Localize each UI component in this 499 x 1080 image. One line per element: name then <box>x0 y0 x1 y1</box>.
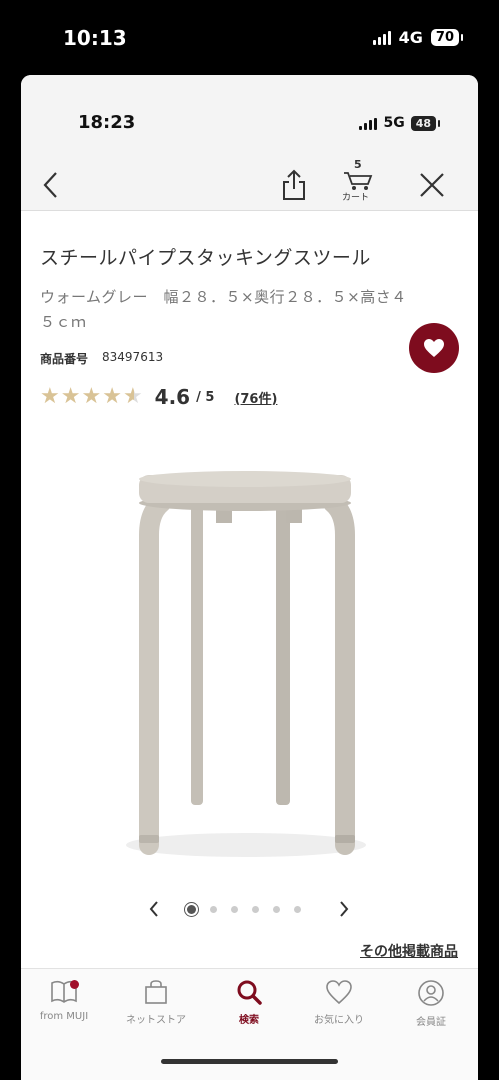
battery-icon: 70 <box>430 29 464 46</box>
heart-icon <box>326 980 352 1005</box>
tab-net-store[interactable]: ネットストア <box>116 979 196 1026</box>
product-code-label: 商品番号 <box>40 352 89 366</box>
tab-label: 会員証 <box>416 1017 446 1028</box>
rating-outof: / 5 <box>196 389 215 405</box>
search-icon <box>237 980 262 1005</box>
share-icon <box>283 169 305 200</box>
pager-dot-active[interactable] <box>187 905 196 914</box>
close-icon <box>420 173 444 197</box>
bag-icon <box>145 980 167 1004</box>
next-image-button[interactable] <box>333 897 355 921</box>
rating-stars: ★ ★ ★ ★ ★ <box>40 386 143 408</box>
signal-icon <box>359 116 378 130</box>
outer-time: 10:13 <box>63 26 127 50</box>
battery-icon: 48 <box>410 115 441 131</box>
signal-icon <box>372 30 391 45</box>
star-icon: ★ <box>60 384 81 409</box>
nav-header: 5 カート <box>21 158 478 211</box>
tab-label: from MUJI <box>39 1011 89 1022</box>
product-subtitle: ウォームグレー 幅２８．５×奥行２８．５×高さ４５ｃｍ <box>40 288 407 331</box>
app-screen: 18:23 5G 48 5 カート スチールパイプスタッキングスツール ウォーム… <box>21 75 478 1080</box>
pager-dot[interactable] <box>273 906 280 913</box>
cart-count: 5 <box>354 158 362 171</box>
inner-network: 5G <box>383 115 405 131</box>
tab-label: ネットストア <box>126 1015 186 1026</box>
tab-label: 検索 <box>239 1015 259 1026</box>
tab-from-muji[interactable]: from MUJI <box>24 979 104 1022</box>
chevron-left-icon <box>43 172 57 198</box>
inner-status-bar: 18:23 5G 48 <box>21 75 478 163</box>
bottom-tab-bar: from MUJI ネットストア 検索 お気に入り 会員証 <box>21 968 478 1080</box>
previous-image-button[interactable] <box>143 897 165 921</box>
home-indicator <box>161 1059 338 1064</box>
rating-score: 4.6 <box>154 385 191 409</box>
tab-member-card[interactable]: 会員証 <box>391 979 471 1028</box>
product-image[interactable] <box>81 455 411 865</box>
star-icon: ★ <box>102 384 122 409</box>
review-count-link[interactable]: (76件) <box>234 388 277 407</box>
pager-dot[interactable] <box>252 906 259 913</box>
cart-button[interactable]: 5 カート <box>337 158 379 209</box>
product-code: 商品番号 83497613 <box>40 350 163 367</box>
star-icon: ★ <box>81 384 102 409</box>
pager-dot[interactable] <box>210 906 217 913</box>
tab-favorites[interactable]: お気に入り <box>299 979 379 1026</box>
member-icon <box>418 980 444 1006</box>
rating-row: ★ ★ ★ ★ ★ 4.6 / 5 (76件) <box>40 385 277 409</box>
image-pager <box>21 895 478 925</box>
close-button[interactable] <box>414 167 450 203</box>
cart-label: カート <box>342 193 370 203</box>
heart-icon <box>424 339 444 357</box>
notification-dot <box>70 980 79 989</box>
product-code-value: 83497613 <box>102 350 164 364</box>
inner-status-icons: 5G 48 <box>359 115 441 131</box>
other-products-link[interactable]: その他掲載商品 <box>360 941 458 961</box>
cart-icon <box>344 172 373 190</box>
outer-status-bar: 10:13 4G 70 <box>0 0 499 75</box>
chevron-left-icon <box>149 901 158 917</box>
favorite-button[interactable] <box>409 323 459 373</box>
star-icon: ★ <box>40 384 60 409</box>
chevron-right-icon <box>340 901 349 917</box>
product-title: スチールパイプスタッキングスツール <box>40 247 371 269</box>
outer-status-icons: 4G 70 <box>372 28 464 47</box>
pager-dot[interactable] <box>294 906 301 913</box>
back-button[interactable] <box>35 167 67 203</box>
inner-time: 18:23 <box>78 112 136 133</box>
tab-search[interactable]: 検索 <box>209 979 289 1026</box>
half-star-icon: ★ <box>122 384 143 409</box>
tab-label: お気に入り <box>314 1015 364 1026</box>
pager-dot[interactable] <box>231 906 238 913</box>
share-button[interactable] <box>276 165 312 205</box>
outer-network: 4G <box>398 28 423 47</box>
pager-dots <box>187 905 301 914</box>
